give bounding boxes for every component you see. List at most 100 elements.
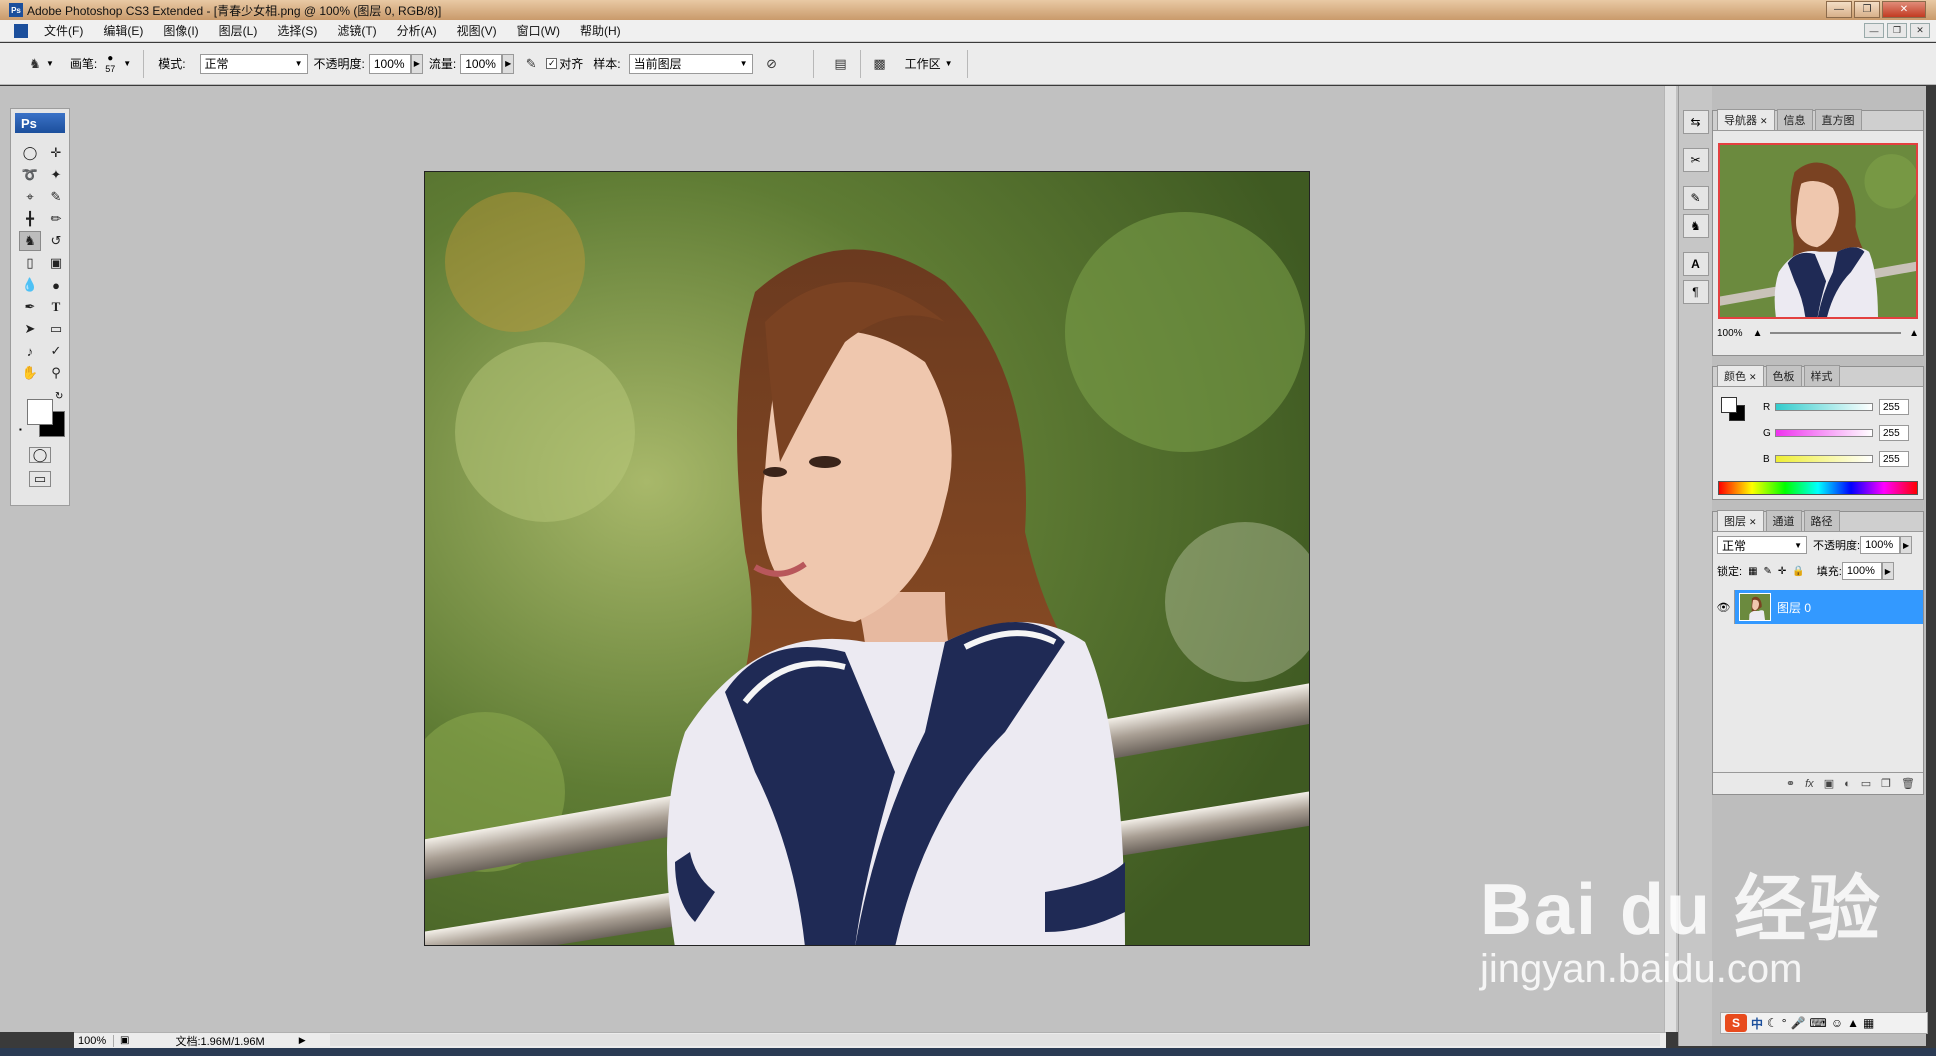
marquee-icon[interactable]: ◯ [19, 143, 41, 163]
close-icon[interactable]: ✕ [1882, 1, 1926, 18]
horizontal-scrollbar[interactable] [330, 1034, 1660, 1046]
default-colors-icon[interactable]: ▪ [19, 425, 22, 434]
fill-slider-button[interactable]: ▶ [1881, 562, 1894, 580]
history-panel-icon[interactable]: ⇆ [1682, 110, 1709, 134]
palette-well-icon[interactable]: ▤ [830, 53, 852, 75]
channel-b-value[interactable]: 255 [1879, 451, 1909, 467]
gradient-icon[interactable]: ▣ [45, 253, 67, 273]
lock-all-icon[interactable]: 🔒 [1792, 566, 1804, 577]
preset-dropdown-icon[interactable]: ▼ [46, 59, 54, 68]
navigator-thumbnail[interactable] [1718, 143, 1918, 319]
microphone-icon[interactable]: 🎤 [1791, 1016, 1806, 1030]
lock-image-icon[interactable]: ✎ [1764, 566, 1772, 577]
moon-icon[interactable]: ☾ [1767, 1016, 1778, 1030]
menu-image[interactable]: 图像(I) [153, 22, 208, 39]
layer-opacity-input[interactable]: 100% [1860, 536, 1901, 554]
doc-restore-icon[interactable]: ❐ [1887, 23, 1907, 38]
magic-wand-icon[interactable]: ✦ [45, 165, 67, 185]
aligned-checkbox[interactable]: ✓ [546, 58, 558, 69]
adjustment-layer-icon[interactable]: ◐ [1844, 778, 1851, 790]
channel-r-value[interactable]: 255 [1879, 399, 1909, 415]
history-brush-icon[interactable]: ↺ [45, 231, 67, 251]
move-icon[interactable]: ✛ [45, 143, 67, 163]
link-layers-icon[interactable]: ⚭ [1786, 777, 1795, 790]
hand-icon[interactable]: ✋ [19, 363, 41, 383]
blur-icon[interactable]: 💧 [19, 275, 41, 295]
tab-histogram[interactable]: 直方图 [1814, 109, 1862, 130]
channel-g-value[interactable]: 255 [1879, 425, 1909, 441]
shirt-icon[interactable]: ▲ [1847, 1016, 1859, 1030]
brushes-panel-icon[interactable]: ✎ [1682, 186, 1709, 210]
delete-layer-icon[interactable]: 🗑 [1901, 777, 1915, 790]
fill-input[interactable]: 100% [1841, 562, 1882, 580]
status-arrow-icon[interactable]: ▶ [299, 1035, 306, 1046]
pen-icon[interactable]: ✒ [19, 297, 41, 317]
layer-row[interactable]: 👁 图层 0 [1713, 590, 1923, 624]
airbrush-icon[interactable]: ✎ [520, 53, 542, 75]
crop-icon[interactable]: ⌖ [19, 187, 41, 207]
eraser-icon[interactable]: ▯ [19, 253, 41, 273]
lock-transparency-icon[interactable]: ▦ [1748, 566, 1757, 577]
channel-r-slider[interactable] [1775, 403, 1873, 411]
tool-presets-icon[interactable]: ✂ [1682, 148, 1709, 172]
paragraph-panel-icon[interactable]: ¶ [1682, 280, 1709, 304]
menu-window[interactable]: 窗口(W) [507, 22, 570, 39]
channel-g-slider[interactable] [1775, 429, 1873, 437]
swap-colors-icon[interactable]: ↻ [55, 391, 63, 402]
color-spectrum-bar[interactable] [1718, 481, 1918, 495]
status-menu-icon[interactable]: ▣ [120, 1035, 129, 1046]
blend-mode-select[interactable]: 正常 ▼ [1717, 536, 1807, 554]
flow-slider-button[interactable]: ▶ [502, 53, 515, 74]
brush-icon[interactable]: ✏ [45, 209, 67, 229]
tab-color[interactable]: 颜色 ✕ [1717, 365, 1764, 386]
tab-styles[interactable]: 样式 [1803, 365, 1840, 386]
notes-icon[interactable]: ♪ [19, 341, 41, 361]
slice-icon[interactable]: ✎ [45, 187, 67, 207]
screen-mode-icon[interactable]: ▭ [29, 471, 51, 487]
type-icon[interactable]: T [45, 297, 67, 317]
clone-stamp-icon[interactable]: ♞ [19, 231, 41, 251]
layer-opacity-slider-button[interactable]: ▶ [1900, 536, 1913, 554]
keyboard-icon[interactable]: ⌨ [1810, 1016, 1827, 1030]
tab-layers[interactable]: 图层 ✕ [1717, 510, 1764, 531]
ime-language[interactable]: 中 [1751, 1015, 1763, 1032]
dodge-icon[interactable]: ● [45, 275, 67, 295]
doc-minimize-icon[interactable]: — [1864, 23, 1884, 38]
brush-picker[interactable]: ● 57 [101, 53, 119, 74]
new-group-icon[interactable]: ▭ [1861, 777, 1871, 790]
menu-view[interactable]: 视图(V) [447, 22, 507, 39]
clone-source-icon[interactable]: ♞ [1682, 214, 1709, 238]
tab-channels[interactable]: 通道 [1765, 510, 1802, 531]
opacity-input[interactable]: 100% [368, 53, 411, 74]
grid-icon[interactable]: ▦ [1863, 1016, 1874, 1030]
sample-select[interactable]: 当前图层 ▼ [628, 53, 753, 74]
layer-name[interactable]: 图层 0 [1777, 599, 1811, 616]
brush-dropdown-icon[interactable]: ▼ [123, 59, 131, 68]
tab-navigator[interactable]: 导航器 ✕ [1717, 109, 1775, 130]
foreground-color-swatch[interactable] [27, 399, 53, 425]
lasso-icon[interactable]: ➰ [19, 165, 41, 185]
character-panel-icon[interactable]: A [1682, 252, 1709, 276]
menu-analysis[interactable]: 分析(A) [387, 22, 447, 39]
path-selection-icon[interactable]: ➤ [19, 319, 41, 339]
menu-layer[interactable]: 图层(L) [209, 22, 268, 39]
ignore-adjustment-layers-icon[interactable]: ⊘ [761, 53, 783, 75]
eyedropper-icon[interactable]: ✓ [45, 341, 67, 361]
channel-b-slider[interactable] [1775, 455, 1873, 463]
workspace-dropdown-icon[interactable]: ▼ [945, 59, 953, 68]
zoom-level[interactable]: 100% [74, 1034, 114, 1047]
layer-style-icon[interactable]: fx [1805, 778, 1814, 790]
quick-mask-icon[interactable]: ◯ [29, 447, 51, 463]
zoom-icon[interactable]: ⚲ [45, 363, 67, 383]
navigator-zoom-slider[interactable] [1770, 332, 1902, 334]
visibility-eye-icon[interactable]: 👁 [1713, 590, 1735, 624]
new-layer-icon[interactable]: ❐ [1881, 777, 1891, 790]
workspace-menu[interactable]: 工作区 [905, 55, 941, 72]
menu-filter[interactable]: 滤镜(T) [327, 22, 386, 39]
menu-file[interactable]: 文件(F) [34, 22, 93, 39]
lock-position-icon[interactable]: ✛ [1778, 566, 1786, 577]
opacity-slider-button[interactable]: ▶ [410, 53, 423, 74]
restore-icon[interactable]: ❐ [1854, 1, 1880, 18]
mode-select[interactable]: 正常 ▼ [199, 53, 308, 74]
flow-input[interactable]: 100% [460, 53, 503, 74]
